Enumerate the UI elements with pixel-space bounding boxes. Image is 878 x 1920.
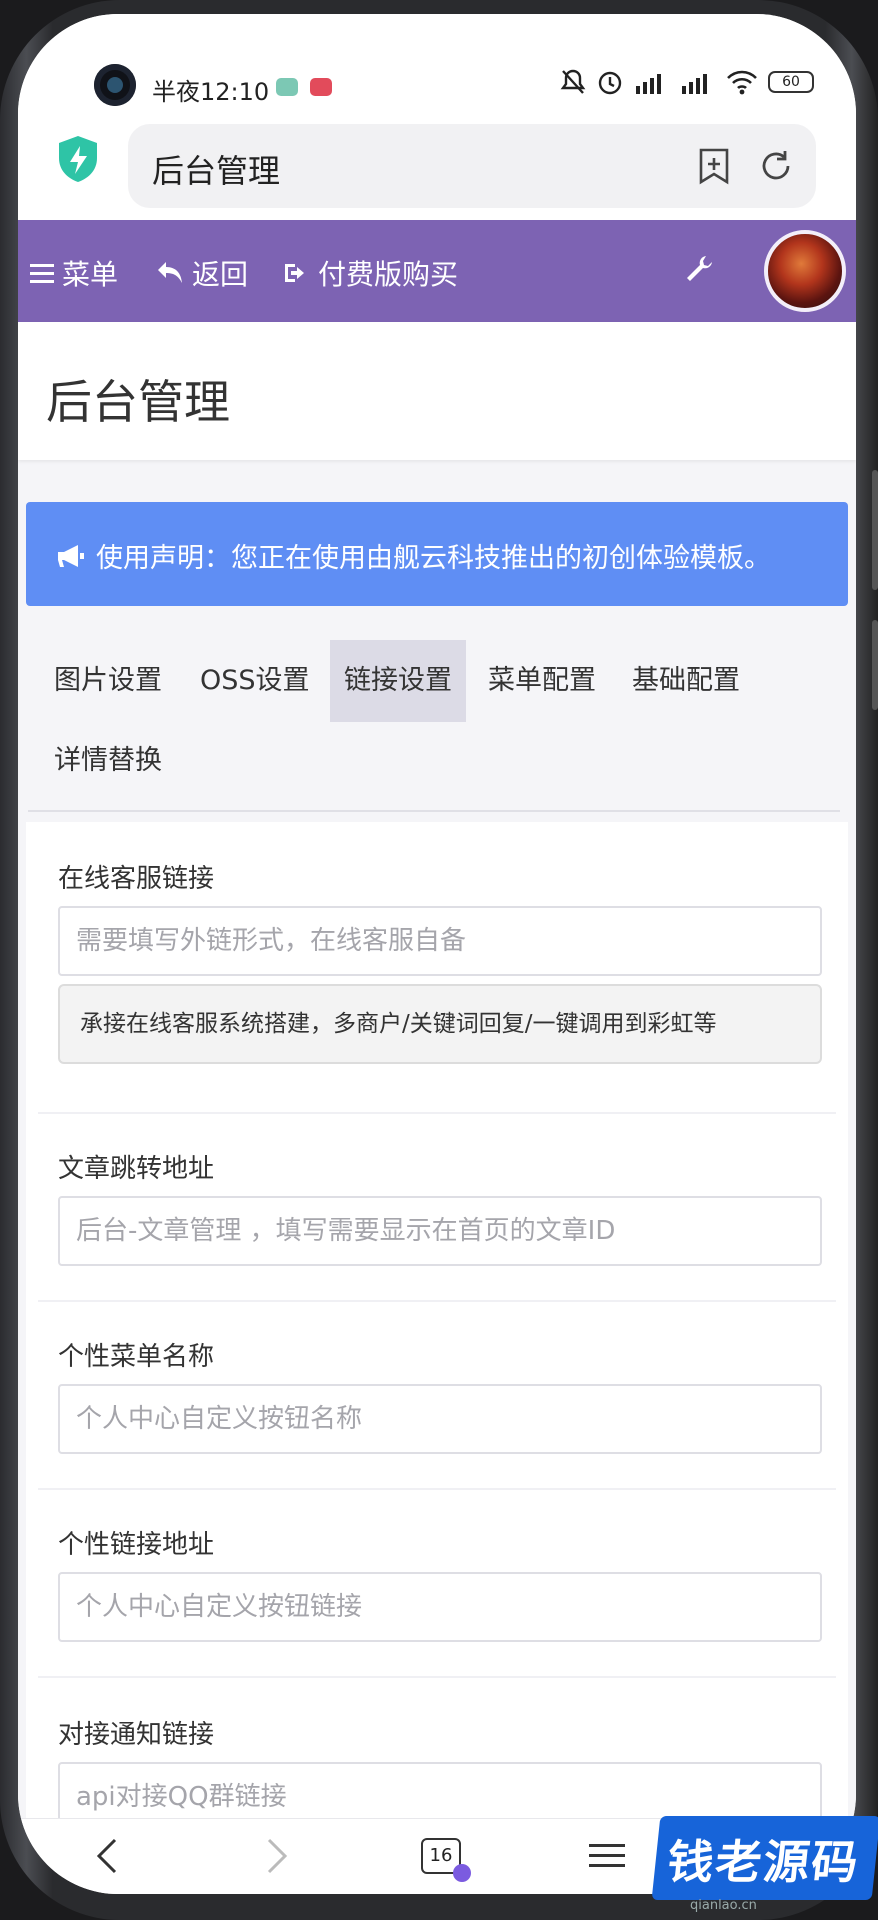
- wrench-icon[interactable]: [684, 254, 714, 284]
- article-redirect-input[interactable]: 后台-文章管理 ，填写需要显示在首页的文章ID: [58, 1196, 822, 1266]
- tab-count-label: 16: [429, 1845, 453, 1866]
- shield-icon[interactable]: [56, 134, 100, 184]
- back-arrow-icon: [158, 262, 182, 283]
- divider: [38, 1676, 836, 1678]
- tab-menu-config[interactable]: 菜单配置: [474, 640, 610, 722]
- bell-muted-icon: [560, 69, 586, 94]
- back-nav-icon[interactable]: [84, 1833, 130, 1879]
- address-bar[interactable]: 后台管理: [128, 124, 816, 208]
- cloud-app-icon: [276, 78, 298, 96]
- hamburger-menu-icon[interactable]: [584, 1833, 630, 1879]
- browser-toolbar: 后台管理: [18, 110, 856, 214]
- field-label-article-redirect: 文章跳转地址: [58, 1154, 215, 1184]
- back-label: 返回: [192, 258, 249, 291]
- tabs-button[interactable]: 16: [416, 1833, 471, 1882]
- refresh-icon[interactable]: [756, 146, 796, 186]
- power-button: [872, 620, 878, 710]
- watermark-text: 钱老源码: [664, 1835, 863, 1889]
- tab-basic-config[interactable]: 基础配置: [618, 640, 754, 722]
- signal-hd-2-icon: [682, 74, 707, 94]
- tab-count: 16: [421, 1838, 471, 1882]
- battery-indicator: 60: [768, 71, 814, 93]
- status-time: 半夜12:10: [152, 78, 270, 106]
- top-navigation: 菜单 返回 付费版购买: [18, 220, 856, 322]
- bullhorn-icon: [58, 544, 84, 567]
- watermark-subtext: qianlao.cn: [690, 1898, 757, 1913]
- support-link-input[interactable]: 需要填写外链形式，在线客服自备: [58, 906, 822, 976]
- divider: [38, 1488, 836, 1490]
- divider: [38, 1300, 836, 1302]
- settings-tabs: 图片设置 OSS设置 链接设置 菜单配置 基础配置 详情替换: [26, 620, 848, 810]
- status-bar: 半夜12:10 60: [18, 14, 856, 110]
- custom-menu-name-input[interactable]: 个人中心自定义按钮名称: [58, 1384, 822, 1454]
- sign-out-icon: [285, 264, 304, 282]
- field-label-custom-link: 个性链接地址: [58, 1530, 215, 1560]
- notice-banner: 使用声明：您正在使用由舰云科技推出的初创体验模板。: [26, 502, 848, 606]
- status-icons: 60: [560, 68, 814, 96]
- field-label-support-link: 在线客服链接: [58, 864, 215, 894]
- signal-hd-icon: [636, 74, 661, 94]
- link-settings-form: 在线客服链接 需要填写外链形式，在线客服自备 承接在线客服系统搭建，多商户/关键…: [26, 822, 848, 1832]
- phone-frame: 半夜12:10 60 后台管理 菜单 返回 付费版购买 后台管理 使用声明：您正…: [0, 0, 878, 1920]
- wifi-icon: [727, 70, 757, 95]
- main-content: 后台管理 使用声明：您正在使用由舰云科技推出的初创体验模板。 图片设置 OSS设…: [18, 322, 856, 1832]
- forward-nav-icon[interactable]: [254, 1833, 300, 1879]
- buy-label: 付费版购买: [318, 258, 459, 291]
- buy-premium-button[interactable]: 付费版购买: [282, 253, 458, 293]
- menu-icon: [30, 264, 54, 283]
- address-bar-title: 后台管理: [152, 152, 281, 190]
- notification-app-icon: [310, 78, 332, 96]
- bookmark-add-icon[interactable]: [694, 146, 734, 186]
- ghost-icon: [453, 1864, 471, 1882]
- avatar[interactable]: [764, 230, 846, 312]
- tab-link-settings[interactable]: 链接设置: [330, 640, 466, 722]
- field-label-notify-link: 对接通知链接: [58, 1720, 215, 1750]
- page-header: 后台管理: [18, 322, 856, 460]
- menu-label: 菜单: [62, 258, 119, 291]
- support-link-note: 承接在线客服系统搭建，多商户/关键词回复/一键调用到彩虹等: [58, 984, 822, 1064]
- tab-detail-replace[interactable]: 详情替换: [40, 720, 176, 802]
- field-label-custom-menu-name: 个性菜单名称: [58, 1342, 215, 1372]
- alarm-icon: [598, 71, 622, 95]
- tab-divider: [28, 810, 840, 812]
- screen: 半夜12:10 60 后台管理 菜单 返回 付费版购买 后台管理 使用声明：您正…: [18, 14, 856, 1894]
- watermark-logo: 钱老源码: [651, 1816, 878, 1900]
- tab-oss-settings[interactable]: OSS设置: [186, 640, 324, 722]
- front-camera: [94, 64, 136, 106]
- back-button[interactable]: 返回: [156, 253, 248, 293]
- volume-button: [872, 470, 878, 590]
- menu-button[interactable]: 菜单: [30, 253, 118, 293]
- tab-image-settings[interactable]: 图片设置: [40, 640, 176, 722]
- divider: [38, 1112, 836, 1114]
- notice-text: 使用声明：您正在使用由舰云科技推出的初创体验模板。: [96, 543, 771, 574]
- page-title: 后台管理: [46, 375, 230, 429]
- custom-link-input[interactable]: 个人中心自定义按钮链接: [58, 1572, 822, 1642]
